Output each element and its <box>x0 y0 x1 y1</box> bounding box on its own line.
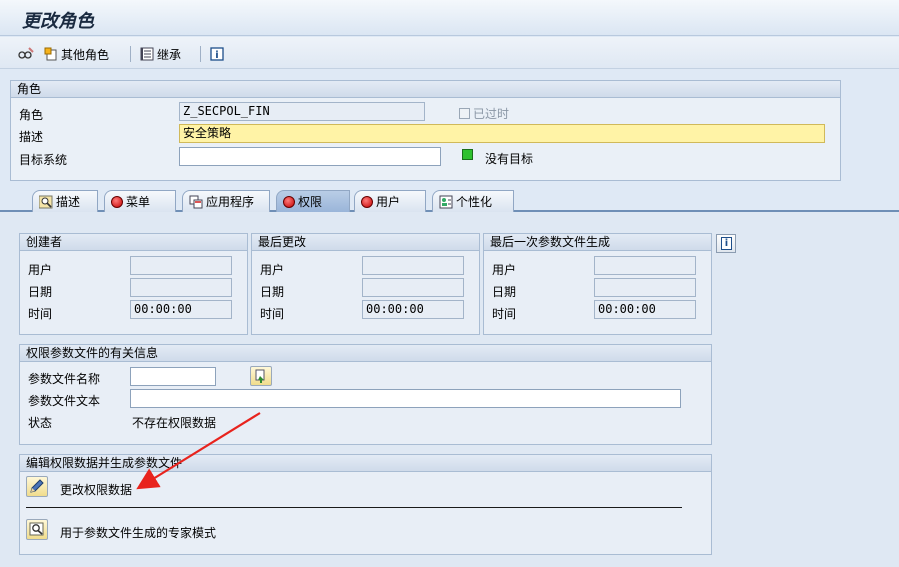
annotation-arrow <box>136 412 261 490</box>
